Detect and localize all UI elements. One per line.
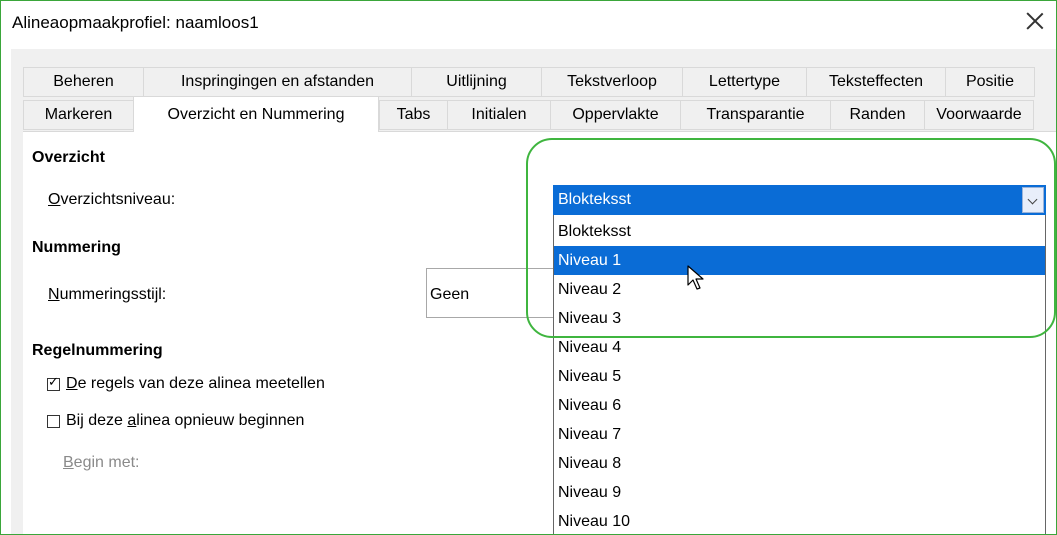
numbering-style-select[interactable]: Geen [426,268,554,318]
tab-markeren[interactable]: Markeren [23,100,133,130]
count-lines-checkbox[interactable] [47,375,60,391]
restart-numbering-label: Bij deze alinea opnieuw beginnen [66,412,305,429]
restart-numbering-checkbox[interactable] [47,415,60,428]
dialog-window: Alineaopmaakprofiel: naamloos1 Beheren I… [0,0,1057,535]
tab-row-2: Markeren Overzicht en Nummering Tabs Ini… [23,96,1034,132]
dropdown-option[interactable]: Blokteksst [554,217,1045,246]
tab-initialen[interactable]: Initialen [447,100,550,130]
tab-voorwaarde[interactable]: Voorwaarde [924,100,1034,130]
dropdown-option[interactable]: Niveau 8 [554,449,1045,478]
tab-transparantie[interactable]: Transparantie [680,100,830,130]
tab-overzicht-nummering[interactable]: Overzicht en Nummering [133,96,379,132]
dropdown-option[interactable]: Niveau 1 [554,246,1045,275]
tab-randen[interactable]: Randen [830,100,924,130]
dropdown-option[interactable]: Niveau 6 [554,391,1045,420]
dropdown-option[interactable]: Niveau 7 [554,420,1045,449]
dropdown-option[interactable]: Niveau 4 [554,333,1045,362]
overview-heading: Overzicht [32,149,105,166]
dropdown-option[interactable]: Niveau 3 [554,304,1045,333]
tab-uitlijning[interactable]: Uitlijning [411,67,541,97]
dialog-title: Alineaopmaakprofiel: naamloos1 [12,13,259,32]
outline-level-select[interactable]: Blokteksst [553,185,1046,215]
tab-oppervlakte[interactable]: Oppervlakte [550,100,680,130]
begin-with-label: Begin met: [63,454,140,471]
tab-beheren[interactable]: Beheren [23,67,143,97]
title-bar: Alineaopmaakprofiel: naamloos1 [1,1,1056,45]
tab-teksteffecten[interactable]: Teksteffecten [806,67,945,97]
numbering-heading: Nummering [32,239,121,256]
dropdown-option[interactable]: Niveau 10 [554,507,1045,534]
dropdown-option[interactable]: Niveau 2 [554,275,1045,304]
mouse-cursor-icon [687,265,704,290]
numbering-style-value: Geen [430,286,470,303]
dropdown-option[interactable]: Niveau 9 [554,478,1045,507]
tab-row-1: Beheren Inspringingen en afstanden Uitli… [23,67,1035,97]
outline-level-label: Overzichtsniveau: [48,191,176,208]
count-lines-label: De regels van deze alinea meetellen [66,375,325,392]
chevron-down-icon[interactable] [1022,187,1044,213]
outline-level-dropdown: Blokteksst Niveau 1 Niveau 2 Niveau 3 Ni… [553,215,1046,534]
close-icon[interactable] [1024,10,1046,32]
outline-level-value: Blokteksst [558,191,631,208]
line-numbering-heading: Regelnummering [32,342,163,359]
tab-inspringingen[interactable]: Inspringingen en afstanden [143,67,411,97]
tab-tekstverloop[interactable]: Tekstverloop [541,67,682,97]
tab-positie[interactable]: Positie [945,67,1035,97]
tab-tabs[interactable]: Tabs [379,100,447,130]
dropdown-option[interactable]: Niveau 5 [554,362,1045,391]
numbering-style-label: Nummeringsstijl: [48,286,167,303]
tab-lettertype[interactable]: Lettertype [682,67,806,97]
